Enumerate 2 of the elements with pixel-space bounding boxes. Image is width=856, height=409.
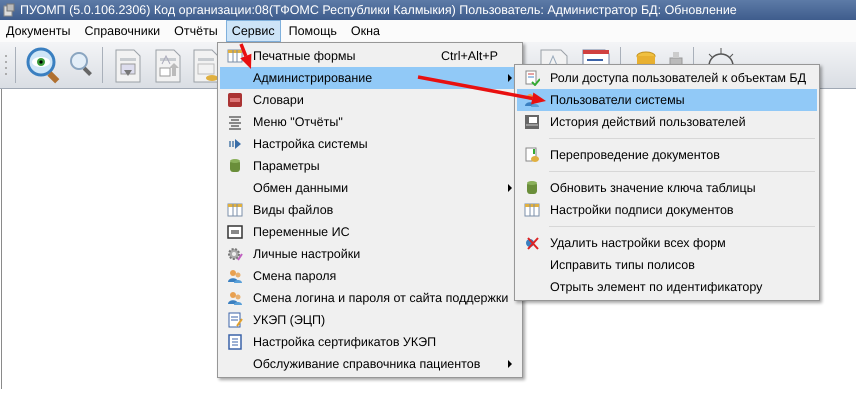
shortcut-label: Ctrl+Alt+P: [441, 49, 499, 63]
window-title: ПУОМП (5.0.106.2306) Код организации:08(ТФОМС Республики Калмыкия) Пользователь: Администратор БД: Обновление: [20, 3, 737, 17]
